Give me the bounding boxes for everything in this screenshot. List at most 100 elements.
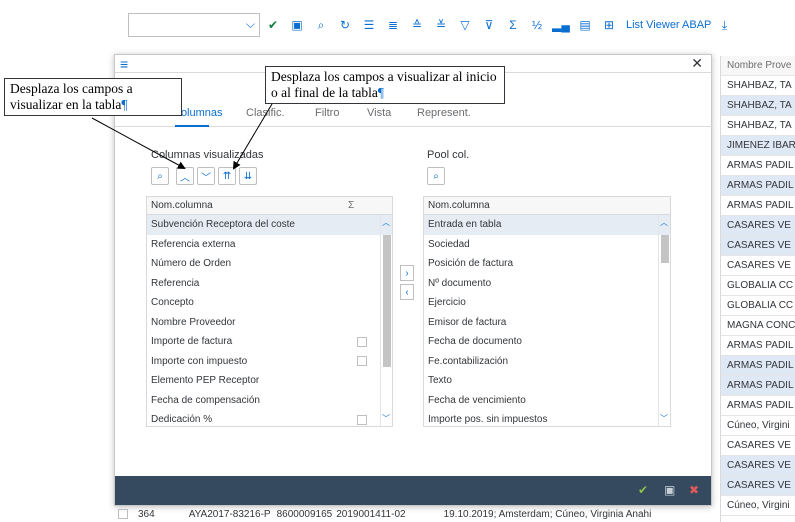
move-left-icon[interactable]: ‹: [400, 284, 414, 300]
scroll-down-icon[interactable]: ﹀: [660, 413, 668, 424]
list-item[interactable]: Fecha de documento: [424, 332, 670, 352]
move-top-icon[interactable]: ⇈: [218, 167, 236, 185]
callout-left-text: Desplaza los campos a visualizar en la t…: [10, 81, 133, 112]
table-row[interactable]: ARMAS PADIL: [721, 396, 795, 416]
sum-header: Σ: [348, 200, 355, 211]
list-item[interactable]: Sociedad: [424, 235, 670, 255]
refresh-icon[interactable]: ↻: [334, 14, 356, 36]
scroll-thumb[interactable]: [661, 235, 669, 263]
list-item[interactable]: Fecha de compensación: [147, 391, 392, 411]
right-scrollbar[interactable]: ︿ ﹀: [658, 215, 670, 426]
confirm-icon[interactable]: ✔: [638, 483, 648, 497]
table-row[interactable]: CASARES VE: [721, 436, 795, 456]
list-item[interactable]: Nº documento: [424, 274, 670, 294]
table-row[interactable]: ARMAS PADIL: [721, 376, 795, 396]
search-icon[interactable]: ⌕: [427, 167, 445, 185]
table-row[interactable]: Cúneo, Virgini: [721, 416, 795, 436]
filter-clear-icon[interactable]: ⊽: [478, 14, 500, 36]
search-icon[interactable]: ⌕: [151, 167, 169, 185]
row-text: 19.10.2019; Amsterdam; Cúneo, Virginia A…: [443, 508, 652, 520]
move-right-icon[interactable]: ›: [400, 265, 414, 281]
download-icon[interactable]: ⤓: [713, 14, 735, 36]
list-item[interactable]: Entrada en tabla: [424, 215, 670, 235]
table-row[interactable]: ARMAS PADIL: [721, 356, 795, 376]
scroll-up-icon[interactable]: ︿: [382, 217, 390, 228]
list-item[interactable]: Fecha de vencimiento: [424, 391, 670, 411]
table-row[interactable]: CASARES VE: [721, 236, 795, 256]
table-row[interactable]: GLOBALIA CC: [721, 296, 795, 316]
tab-filtro[interactable]: Filtro: [315, 107, 339, 119]
list-item[interactable]: Fe.contabilización: [424, 352, 670, 372]
list-detail-icon[interactable]: ≣: [382, 14, 404, 36]
filter-icon[interactable]: ▽: [454, 14, 476, 36]
list-item[interactable]: Referencia externa: [147, 235, 392, 255]
menu-icon[interactable]: ≡: [120, 56, 128, 72]
sort-desc-icon[interactable]: ≚: [430, 14, 452, 36]
column-name: Referencia externa: [151, 238, 236, 250]
list-item[interactable]: Ejercicio: [424, 293, 670, 313]
column-pool-table: Nom.columna Entrada en tabla Sociedad Posi…: [423, 196, 671, 427]
table-row[interactable]: ARMAS PADIL: [721, 336, 795, 356]
subtotal-icon[interactable]: ½: [526, 14, 548, 36]
chart-icon[interactable]: ▂▄: [550, 14, 572, 36]
export-icon[interactable]: ▤: [574, 14, 596, 36]
table-row[interactable]: ARMAS PADIL: [721, 156, 795, 176]
list-item[interactable]: Importe de factura: [147, 332, 392, 352]
list-item[interactable]: Referencia: [147, 274, 392, 294]
list-item[interactable]: Subvención Receptora del coste: [147, 215, 392, 235]
save-icon[interactable]: ▣: [286, 14, 308, 36]
tab-vista[interactable]: Vista: [367, 107, 391, 119]
column-name: Sociedad: [428, 238, 470, 250]
layout-icon[interactable]: ⊞: [598, 14, 620, 36]
cancel-icon[interactable]: ✖: [689, 483, 699, 497]
tab-clasific[interactable]: Clasific.: [246, 107, 285, 119]
list-item[interactable]: Dedicación %: [147, 410, 392, 430]
move-up-icon[interactable]: ︿: [176, 167, 194, 185]
move-down-icon[interactable]: ﹀: [197, 167, 215, 185]
list-item[interactable]: Número de Orden: [147, 254, 392, 274]
list-icon[interactable]: ☰: [358, 14, 380, 36]
table-row[interactable]: 364 AYA2017-83216-P 8600009165 201900141…: [114, 506, 795, 522]
list-item[interactable]: Importe con impuesto: [147, 352, 392, 372]
layout-select[interactable]: ⌵: [128, 13, 260, 37]
sum-checkbox[interactable]: [357, 356, 367, 367]
close-icon[interactable]: ✕: [691, 55, 703, 72]
table-row[interactable]: GLOBALIA CC: [721, 276, 795, 296]
table-row[interactable]: CASARES VE: [721, 256, 795, 276]
table-row[interactable]: SHAHBAZ, TA: [721, 96, 795, 116]
table-row[interactable]: CASARES VE: [721, 476, 795, 496]
table-row[interactable]: JIMENEZ IBAR: [721, 136, 795, 156]
list-item[interactable]: Posición de factura: [424, 254, 670, 274]
row-num1: 8600009165: [276, 508, 333, 520]
sum-checkbox[interactable]: [357, 336, 367, 347]
table-row[interactable]: SHAHBAZ, TA: [721, 76, 795, 96]
row-checkbox[interactable]: [118, 509, 128, 519]
table-row[interactable]: MAGNA CONC: [721, 316, 795, 336]
left-scrollbar[interactable]: ︿ ﹀: [380, 215, 392, 426]
sum-icon[interactable]: Σ: [502, 14, 524, 36]
scroll-thumb[interactable]: [383, 235, 391, 367]
list-viewer-label[interactable]: List Viewer ABAP: [626, 19, 711, 31]
list-item[interactable]: Texto: [424, 371, 670, 391]
sum-checkbox[interactable]: [357, 414, 367, 425]
table-row[interactable]: CASARES VE: [721, 216, 795, 236]
table-row[interactable]: CASARES VE: [721, 456, 795, 476]
list-item[interactable]: Nombre Proveedor: [147, 313, 392, 333]
list-item[interactable]: Elemento PEP Receptor: [147, 371, 392, 391]
table-header: Nom.columna Σ: [147, 197, 392, 215]
table-row[interactable]: SHAHBAZ, TA: [721, 116, 795, 136]
sort-asc-icon[interactable]: ≙: [406, 14, 428, 36]
move-bottom-icon[interactable]: ⇊: [239, 167, 257, 185]
scroll-up-icon[interactable]: ︿: [660, 217, 668, 228]
list-item[interactable]: Importe pos. sin impuestos: [424, 410, 670, 430]
list-item[interactable]: Concepto: [147, 293, 392, 313]
tab-represent[interactable]: Represent.: [417, 107, 471, 119]
list-item[interactable]: Emisor de factura: [424, 313, 670, 333]
table-row[interactable]: ARMAS PADIL: [721, 176, 795, 196]
check-icon[interactable]: ✔: [262, 14, 284, 36]
save-icon[interactable]: ▣: [664, 483, 675, 497]
zoom-icon[interactable]: ⌕: [310, 14, 332, 36]
scroll-down-icon[interactable]: ﹀: [382, 413, 390, 424]
table-row[interactable]: ARMAS PADIL: [721, 196, 795, 216]
column-name: Fecha de vencimiento: [428, 394, 526, 406]
